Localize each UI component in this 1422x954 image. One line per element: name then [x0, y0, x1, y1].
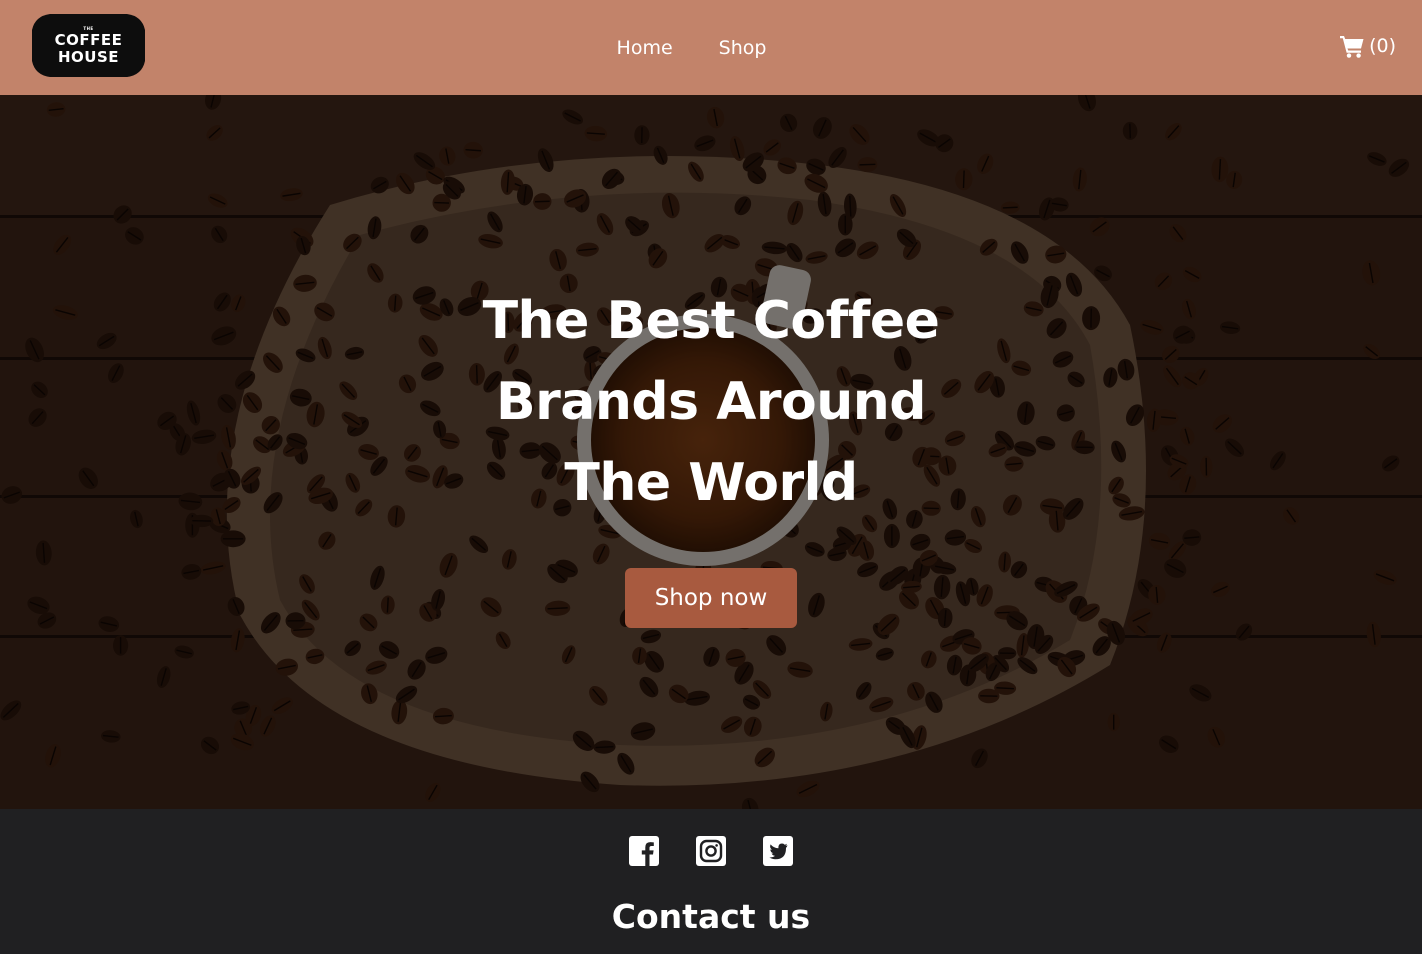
logo-line-1: COFFEE	[54, 30, 123, 49]
coffee-house-logo[interactable]: THE COFFEE HOUSE	[30, 12, 147, 79]
hero-title-line-2: Brands Around	[495, 372, 927, 432]
hero-section: The Best Coffee Brands Around The World …	[0, 95, 1422, 809]
contact-heading: Contact us	[611, 897, 811, 936]
hero-title: The Best Coffee Brands Around The World	[411, 281, 1011, 524]
facebook-link[interactable]	[628, 835, 660, 867]
instagram-link[interactable]	[695, 835, 727, 867]
hero-content: The Best Coffee Brands Around The World …	[0, 95, 1422, 809]
cart-button[interactable]: (0)	[1339, 33, 1396, 59]
navbar: THE COFFEE HOUSE Home Shop (0)	[0, 0, 1422, 95]
logo-line-2: HOUSE	[57, 47, 120, 66]
nav-home-link[interactable]: Home	[617, 37, 673, 59]
facebook-icon	[629, 836, 659, 866]
logo-text: THE COFFEE HOUSE	[30, 12, 147, 79]
main-nav: Home Shop	[0, 0, 1422, 95]
cart-count: (0)	[1369, 35, 1396, 57]
shop-now-button[interactable]: Shop now	[625, 568, 797, 628]
shopping-cart-icon	[1340, 36, 1364, 58]
instagram-icon	[696, 836, 726, 866]
logo-small-text: THE	[83, 25, 94, 31]
hero-title-line-1: The Best Coffee	[482, 291, 940, 351]
twitter-link[interactable]	[762, 835, 794, 867]
twitter-icon	[763, 836, 793, 866]
nav-shop-link[interactable]: Shop	[719, 37, 767, 59]
hero-title-line-3: The World	[564, 453, 858, 513]
social-links	[0, 835, 1422, 867]
footer: Contact us	[0, 809, 1422, 954]
